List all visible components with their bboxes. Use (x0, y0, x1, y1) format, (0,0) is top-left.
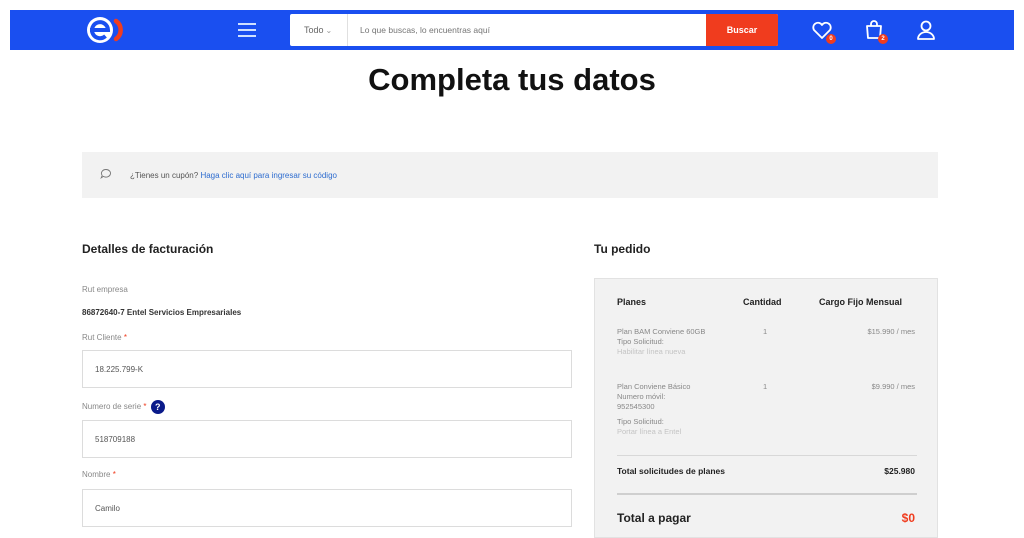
search-category-select[interactable]: Todo ⌄ (290, 14, 348, 46)
menu-icon[interactable] (238, 23, 256, 37)
order-item-1: Plan BAM Conviene 60GB Tipo Solicitud: H… (617, 327, 712, 357)
column-quantity: Cantidad (743, 297, 782, 307)
wishlist-button[interactable]: 0 (810, 18, 836, 44)
coupon-notice: ¿Tienes un cupón? Haga clic aquí para in… (82, 152, 938, 198)
chevron-down-icon: ⌄ (325, 26, 333, 35)
request-type-label: Tipo Solicitud: (617, 337, 664, 346)
entel-logo[interactable] (80, 14, 128, 46)
rut-cliente-field[interactable]: 18.225.799-K (82, 350, 572, 388)
request-type-value: Portar línea a Entel (617, 427, 682, 436)
required-mark: * (123, 333, 127, 342)
account-button[interactable] (914, 18, 938, 42)
column-plans: Planes (617, 297, 647, 307)
search-bar: Todo⌄ Buscar (290, 14, 778, 46)
request-type-label: Tipo Solicitud: (617, 417, 664, 426)
rut-cliente-label-text: Rut Cliente (82, 333, 122, 342)
item-quantity: 1 (763, 382, 768, 391)
search-category-label: Todo (304, 25, 324, 35)
chat-bubble-icon (100, 169, 111, 179)
search-input[interactable] (360, 22, 690, 38)
wishlist-count-badge: 0 (826, 34, 836, 44)
mobile-number-label: Numero móvil: (617, 392, 666, 401)
required-mark: * (112, 470, 116, 479)
cart-button[interactable]: 2 (862, 18, 888, 44)
serie-label-text: Numero de serie (82, 402, 142, 412)
user-icon (917, 20, 935, 40)
help-icon[interactable]: ? (150, 400, 165, 414)
top-navigation-bar: Todo⌄ Buscar 0 2 (10, 10, 1014, 50)
plans-total-value: $25.980 (884, 466, 915, 476)
order-divider (617, 493, 917, 495)
item-price: $15.990 / mes (867, 327, 915, 336)
plan-name: Plan Conviene Básico (617, 382, 691, 391)
nombre-label-text: Nombre (82, 470, 111, 479)
page-title: Completa tus datos (368, 62, 656, 97)
plans-total-label: Total solicitudes de planes (617, 466, 726, 476)
total-to-pay-label: Total a pagar (617, 511, 691, 525)
cart-count-badge: 2 (878, 34, 888, 44)
serie-label: Numero de serie * ? (82, 400, 165, 414)
request-type-value: Habilitar línea nueva (617, 347, 686, 356)
serie-field[interactable]: 518709188 (82, 420, 572, 458)
rut-cliente-label: Rut Cliente * (82, 333, 127, 342)
order-summary: Planes Cantidad Cargo Fijo Mensual Plan … (594, 278, 938, 538)
search-button[interactable]: Buscar (706, 14, 778, 46)
coupon-question: ¿Tienes un cupón? (130, 171, 199, 180)
required-mark: * (143, 402, 147, 412)
column-monthly-charge: Cargo Fijo Mensual (819, 297, 903, 307)
item-price: $9.990 / mes (871, 382, 915, 391)
plan-name: Plan BAM Conviene 60GB (617, 327, 706, 336)
rut-empresa-value: 86872640-7 Entel Servicios Empresariales (82, 308, 242, 317)
mobile-number-value: 952545300 (617, 402, 655, 411)
order-item-2: Plan Conviene Básico Numero móvil: 95254… (617, 382, 722, 437)
nombre-label: Nombre * (82, 470, 116, 479)
nombre-field[interactable]: Camilo (82, 489, 572, 527)
total-to-pay-value: $0 (901, 511, 915, 525)
order-heading: Tu pedido (594, 242, 651, 256)
rut-empresa-label: Rut empresa (82, 285, 128, 294)
order-divider (617, 455, 917, 456)
coupon-code-link[interactable]: Haga clic aquí para ingresar su código (200, 171, 337, 180)
billing-heading: Detalles de facturación (82, 242, 214, 256)
item-quantity: 1 (763, 327, 768, 336)
